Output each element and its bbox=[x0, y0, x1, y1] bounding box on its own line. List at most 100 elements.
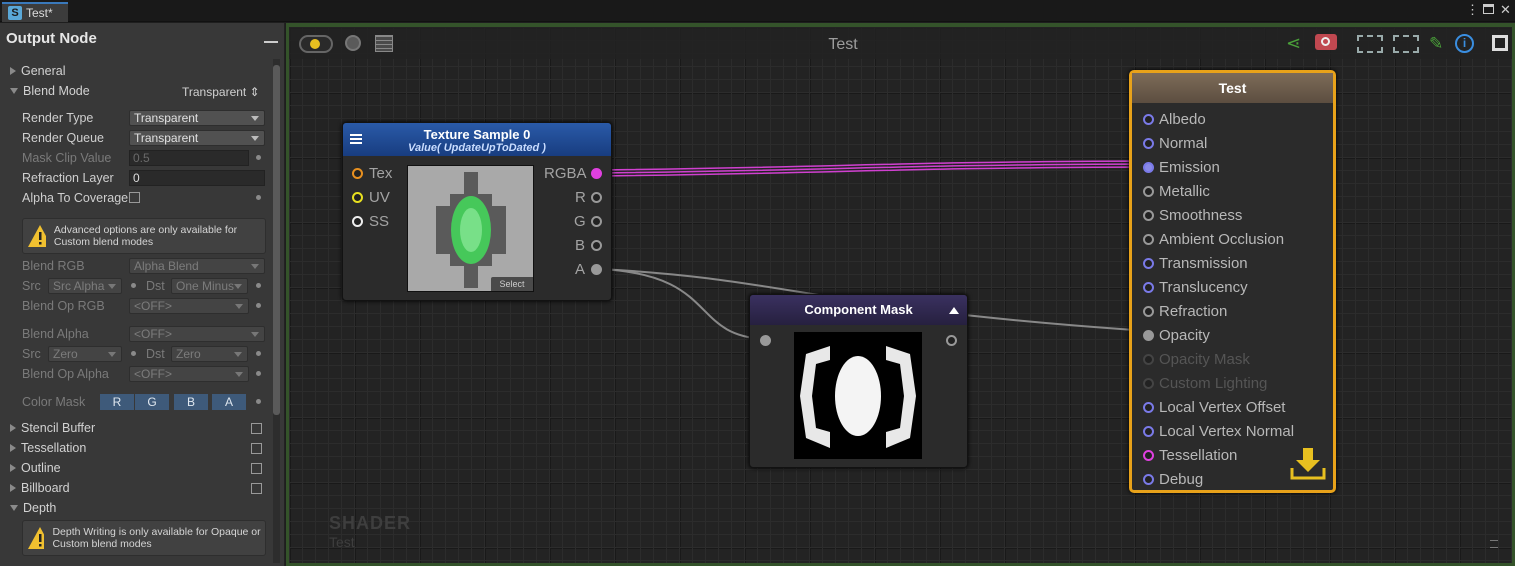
opacity-label: Opacity bbox=[1159, 327, 1210, 344]
ambient-occlusion-port[interactable] bbox=[1143, 234, 1154, 245]
opacity-mask-label: Opacity Mask bbox=[1159, 351, 1250, 368]
refraction-port[interactable] bbox=[1143, 306, 1154, 317]
dst-rgb-dropdown[interactable]: One Minus bbox=[171, 278, 248, 294]
property-dot-icon[interactable] bbox=[131, 351, 136, 356]
rgba-output-port[interactable] bbox=[591, 168, 602, 179]
blend-mode-select[interactable]: Transparent ⇕ bbox=[182, 85, 260, 99]
debug-port[interactable] bbox=[1143, 474, 1154, 485]
property-dot-icon[interactable] bbox=[256, 399, 261, 404]
local-vertex-offset-port[interactable] bbox=[1143, 402, 1154, 413]
ss-input-port[interactable] bbox=[352, 216, 363, 227]
render-type-dropdown[interactable]: Transparent bbox=[129, 110, 265, 126]
mask-output-port[interactable] bbox=[946, 335, 957, 346]
color-mask-g[interactable]: G bbox=[135, 394, 169, 410]
color-mask-b[interactable]: B bbox=[174, 394, 208, 410]
opacity-port[interactable] bbox=[1143, 330, 1154, 341]
g-output-port[interactable] bbox=[591, 216, 602, 227]
node-graph-canvas[interactable]: ⋖ ✎ i Test Texture Sample 0 Value( Updat… bbox=[286, 23, 1515, 566]
hamburger-menu-icon[interactable] bbox=[350, 134, 362, 144]
smoothness-label: Smoothness bbox=[1159, 207, 1243, 224]
src-rgb-dropdown[interactable]: Src Alpha bbox=[48, 278, 122, 294]
section-general[interactable]: General bbox=[10, 63, 65, 79]
billboard-toggle[interactable] bbox=[251, 483, 262, 494]
texture-sample-node[interactable]: Texture Sample 0 Value( UpdateUpToDated … bbox=[342, 122, 612, 301]
property-dot-icon[interactable] bbox=[256, 371, 261, 376]
metallic-port[interactable] bbox=[1143, 186, 1154, 197]
node-header[interactable]: Texture Sample 0 Value( UpdateUpToDated … bbox=[343, 123, 611, 156]
alpha-wire bbox=[599, 268, 765, 340]
smoothness-port[interactable] bbox=[1143, 210, 1154, 221]
render-queue-dropdown[interactable]: Transparent bbox=[129, 130, 265, 146]
dst-alpha-dropdown[interactable]: Zero bbox=[171, 346, 248, 362]
dst-rgb-label: Dst bbox=[146, 279, 165, 293]
save-download-icon[interactable] bbox=[1290, 446, 1326, 480]
blend-alpha-dropdown[interactable]: <OFF> bbox=[129, 326, 265, 342]
node-title: Component Mask bbox=[804, 302, 913, 317]
src-alpha-dropdown[interactable]: Zero bbox=[48, 346, 122, 362]
section-billboard[interactable]: Billboard bbox=[10, 480, 70, 496]
select-texture-button[interactable]: Select bbox=[491, 277, 533, 291]
component-mask-node[interactable]: Component Mask bbox=[749, 294, 968, 468]
output-node[interactable]: Test Albedo Normal Emission Metallic Smo… bbox=[1129, 70, 1336, 493]
src-rgb-label: Src bbox=[22, 279, 41, 293]
refraction-layer-field[interactable]: 0 bbox=[129, 170, 265, 186]
node-title[interactable]: Test bbox=[1132, 73, 1333, 103]
minimize-icon[interactable] bbox=[264, 41, 278, 43]
collapsed-arrow-icon bbox=[10, 444, 16, 452]
uv-input-label: UV bbox=[369, 189, 390, 206]
r-output-port[interactable] bbox=[591, 192, 602, 203]
sidebar-scroll-thumb[interactable] bbox=[273, 65, 280, 415]
property-dot-icon[interactable] bbox=[256, 195, 261, 200]
stencil-toggle[interactable] bbox=[251, 423, 262, 434]
translucency-port[interactable] bbox=[1143, 282, 1154, 293]
property-dot-icon[interactable] bbox=[256, 283, 261, 288]
expanded-arrow-icon bbox=[10, 505, 18, 511]
mask-clip-field[interactable]: 0.5 bbox=[129, 150, 249, 166]
color-mask-a[interactable]: A bbox=[212, 394, 246, 410]
section-blend-mode[interactable]: Blend Mode bbox=[10, 83, 90, 99]
graph-options-icon[interactable] bbox=[1490, 540, 1498, 548]
close-icon[interactable]: ✕ bbox=[1500, 3, 1511, 17]
src-alpha-label: Src bbox=[22, 347, 41, 361]
tex-input-port[interactable] bbox=[352, 168, 363, 179]
local-vertex-normal-port[interactable] bbox=[1143, 426, 1154, 437]
opacity-mask-port[interactable] bbox=[1143, 354, 1154, 365]
restore-icon[interactable] bbox=[1483, 4, 1494, 14]
tessellation-toggle[interactable] bbox=[251, 443, 262, 454]
custom-lighting-port[interactable] bbox=[1143, 378, 1154, 389]
b-output-port[interactable] bbox=[591, 240, 602, 251]
uv-input-port[interactable] bbox=[352, 192, 363, 203]
warning-icon bbox=[28, 527, 45, 549]
property-dot-icon[interactable] bbox=[256, 351, 261, 356]
property-dot-icon[interactable] bbox=[131, 283, 136, 288]
blend-op-rgb-dropdown[interactable]: <OFF> bbox=[129, 298, 249, 314]
property-dot-icon[interactable] bbox=[256, 303, 261, 308]
property-dot-icon[interactable] bbox=[256, 155, 261, 160]
alpha-to-coverage-checkbox[interactable] bbox=[129, 192, 140, 203]
emission-port[interactable] bbox=[1143, 162, 1154, 173]
node-header[interactable]: Component Mask bbox=[750, 295, 967, 325]
color-mask-r[interactable]: R bbox=[100, 394, 134, 410]
section-depth[interactable]: Depth bbox=[10, 500, 56, 516]
section-tessellation[interactable]: Tessellation bbox=[10, 440, 86, 456]
texture-preview[interactable]: Select bbox=[407, 165, 534, 292]
albedo-port[interactable] bbox=[1143, 114, 1154, 125]
collapsed-arrow-icon bbox=[10, 464, 16, 472]
section-label: Outline bbox=[21, 461, 61, 475]
normal-port[interactable] bbox=[1143, 138, 1154, 149]
outline-toggle[interactable] bbox=[251, 463, 262, 474]
a-output-port[interactable] bbox=[591, 264, 602, 275]
blend-rgb-label: Blend RGB bbox=[22, 259, 85, 273]
tab-test[interactable]: S Test* bbox=[2, 2, 68, 22]
transmission-port[interactable] bbox=[1143, 258, 1154, 269]
properties-sidebar: Output Node General Blend Mode Transpare… bbox=[0, 23, 285, 566]
mask-input-port[interactable] bbox=[760, 335, 771, 346]
collapse-arrow-icon[interactable] bbox=[949, 307, 959, 314]
section-stencil-buffer[interactable]: Stencil Buffer bbox=[10, 420, 95, 436]
kebab-icon[interactable]: ⋮ bbox=[1466, 3, 1479, 17]
blend-op-alpha-dropdown[interactable]: <OFF> bbox=[129, 366, 249, 382]
blend-rgb-dropdown[interactable]: Alpha Blend bbox=[129, 258, 265, 274]
tessellation-port[interactable] bbox=[1143, 450, 1154, 461]
mask-clip-label: Mask Clip Value bbox=[22, 151, 112, 165]
section-outline[interactable]: Outline bbox=[10, 460, 61, 476]
